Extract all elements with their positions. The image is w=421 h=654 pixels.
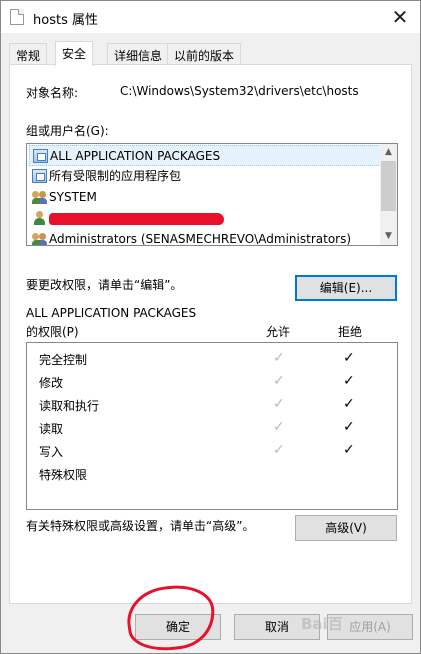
edit-button[interactable]: 编辑(E)... (295, 275, 397, 301)
scroll-down-icon[interactable]: ▼ (380, 228, 397, 245)
permission-subject: ALL APPLICATION PACKAGES (26, 306, 197, 320)
object-name-label: 对象名称: (26, 86, 79, 100)
user-icon (32, 211, 47, 225)
group-icon (32, 232, 47, 245)
list-item[interactable]: ALL APPLICATION PACKAGES (29, 145, 381, 166)
advanced-hint: 有关特殊权限或高级设置，请单击“高级”。 (26, 519, 255, 533)
deny-header: 拒绝 (338, 325, 363, 339)
watermark: Bai百 (301, 615, 343, 633)
table-row: 写入 ✓ ✓ (39, 442, 355, 459)
list-item[interactable] (29, 208, 369, 229)
check-icon: ✓ (343, 373, 355, 389)
package-icon (33, 149, 48, 163)
title-bar: hosts 属性 ✕ (1, 1, 420, 33)
group-list-label: 组或用户名(G): (26, 124, 109, 138)
tab-previous-versions[interactable]: 以前的版本 (167, 43, 242, 65)
advanced-button[interactable]: 高级(V) (295, 515, 397, 541)
properties-window: hosts 属性 ✕ 常规 安全 详细信息 以前的版本 对象名称: C:\Win… (0, 0, 421, 654)
check-icon: ✓ (273, 419, 285, 435)
scroll-thumb[interactable] (381, 161, 396, 211)
table-row: 特殊权限 (39, 468, 88, 482)
table-row: 修改 ✓ ✓ (39, 373, 355, 390)
check-icon: ✓ (343, 350, 355, 366)
group-icon (32, 190, 47, 204)
check-icon: ✓ (343, 396, 355, 412)
redaction-mark (49, 213, 224, 225)
permission-label: 的权限(P) (26, 325, 79, 339)
check-icon: ✓ (343, 442, 355, 458)
tab-security[interactable]: 安全 (55, 41, 94, 66)
file-icon (10, 9, 24, 25)
tab-general[interactable]: 常规 (9, 43, 48, 65)
table-row: 完全控制 ✓ ✓ (39, 350, 355, 367)
group-list-scrollbar[interactable]: ▲ ▼ (380, 144, 397, 245)
window-title: hosts 属性 (33, 13, 98, 28)
check-icon: ✓ (273, 350, 285, 366)
check-icon: ✓ (343, 419, 355, 435)
tab-details[interactable]: 详细信息 (107, 43, 170, 65)
scroll-up-icon[interactable]: ▲ (380, 144, 397, 161)
list-item[interactable]: 所有受限制的应用程序包 (29, 166, 181, 187)
edit-hint: 要更改权限，请单击“编辑”。 (26, 278, 183, 292)
object-name-value: C:\Windows\System32\drivers\etc\hosts (120, 84, 359, 98)
close-icon[interactable]: ✕ (386, 3, 414, 31)
list-item[interactable]: SYSTEM (29, 187, 97, 208)
allow-header: 允许 (266, 325, 291, 339)
group-user-list[interactable]: ALL APPLICATION PACKAGES 所有受限制的应用程序包 SYS… (26, 143, 398, 246)
security-panel: 对象名称: C:\Windows\System32\drivers\etc\ho… (9, 64, 412, 604)
table-row: 读取和执行 ✓ ✓ (39, 396, 355, 413)
permissions-table: 完全控制 ✓ ✓ 修改 ✓ ✓ 读取和执行 ✓ ✓ 读取 ✓ ✓ 写入 ✓ ✓ … (26, 342, 398, 510)
check-icon: ✓ (273, 442, 285, 458)
check-icon: ✓ (273, 373, 285, 389)
package-icon (32, 169, 47, 183)
table-row: 读取 ✓ ✓ (39, 419, 355, 436)
list-item[interactable]: Administrators (SENASMECHREVO\Administra… (29, 229, 351, 245)
check-icon: ✓ (273, 396, 285, 412)
